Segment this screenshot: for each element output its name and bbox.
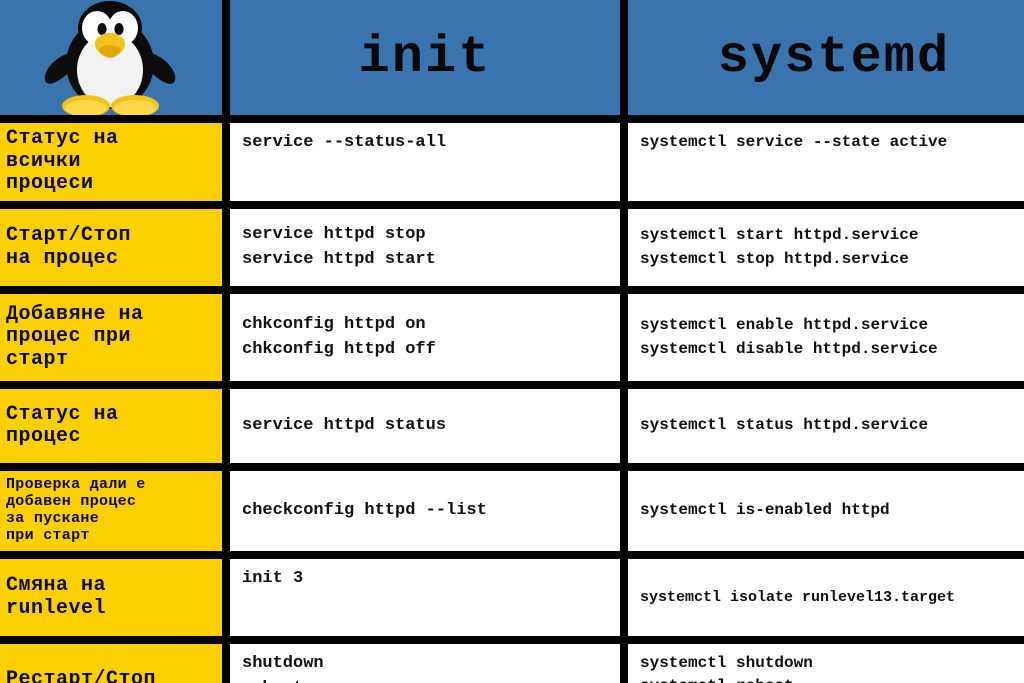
- row-label-text: Статус на всички процеси: [6, 127, 119, 196]
- init-command-text: shutdown reboot halt: [242, 654, 324, 683]
- systemd-command-text: systemctl enable httpd.service systemctl…: [640, 316, 938, 358]
- systemd-command-text: systemctl shutdown systemctl reboot syst…: [640, 654, 813, 683]
- init-command-cell: shutdown reboot halt: [230, 644, 620, 683]
- row-label-text: Проверка дали е добавен процес за пускан…: [6, 476, 146, 544]
- tux-logo-cell: [0, 0, 222, 115]
- init-command-cell: init 3: [230, 559, 620, 636]
- comparison-table-image: init systemd Статус на всички процеси se…: [0, 0, 1024, 683]
- tux-penguin-icon: [44, 0, 176, 115]
- row-label-cell: Старт/Стоп на процес: [0, 209, 222, 286]
- init-command-text: init 3: [242, 569, 304, 588]
- row-label-cell: Рестарт/Стоп на системата: [0, 644, 222, 683]
- column-header-systemd-label: systemd: [717, 27, 951, 87]
- row-label-cell: Добавяне на процес при старт: [0, 294, 222, 381]
- systemd-command-text: systemctl status httpd.service: [640, 416, 929, 435]
- init-command-text: chkconfig httpd on chkconfig httpd off: [242, 314, 436, 359]
- init-command-text: service --status-all: [242, 133, 447, 152]
- init-command-cell: service httpd status: [230, 389, 620, 463]
- row-label-text: Смяна на runlevel: [6, 574, 107, 620]
- systemd-command-text: systemctl start httpd.service systemctl …: [640, 226, 919, 268]
- systemd-command-cell: systemctl enable httpd.service systemctl…: [628, 294, 1024, 381]
- column-header-init: init: [230, 0, 620, 115]
- systemd-command-cell: systemctl start httpd.service systemctl …: [628, 209, 1024, 286]
- row-label-text: Старт/Стоп на процес: [6, 224, 132, 270]
- systemd-command-text: systemctl isolate runlevel13.target: [640, 588, 956, 606]
- init-command-cell: chkconfig httpd on chkconfig httpd off: [230, 294, 620, 381]
- row-label-cell: Проверка дали е добавен процес за пускан…: [0, 471, 222, 551]
- systemd-command-text: systemctl is-enabled httpd: [640, 501, 890, 520]
- systemd-command-cell: systemctl shutdown systemctl reboot syst…: [628, 644, 1024, 683]
- row-label-text: Статус на процес: [6, 402, 119, 448]
- row-label-cell: Статус на процес: [0, 389, 222, 463]
- systemd-command-cell: systemctl status httpd.service: [628, 389, 1024, 463]
- systemd-command-cell: systemctl is-enabled httpd: [628, 471, 1024, 551]
- init-command-text: service httpd status: [242, 415, 447, 435]
- init-command-text: service httpd stop service httpd start: [242, 224, 436, 269]
- init-vs-systemd-table: init systemd Статус на всички процеси se…: [0, 0, 1024, 683]
- column-header-systemd: systemd: [628, 0, 1024, 115]
- init-command-cell: service --status-all: [230, 123, 620, 201]
- column-header-init-label: init: [358, 27, 492, 87]
- systemd-command-cell: systemctl service --state active: [628, 123, 1024, 201]
- systemd-command-cell: systemctl isolate runlevel13.target: [628, 559, 1024, 636]
- init-command-cell: service httpd stop service httpd start: [230, 209, 620, 286]
- row-label-text: Рестарт/Стоп на системата: [6, 668, 157, 683]
- init-command-cell: checkconfig httpd --list: [230, 471, 620, 551]
- init-command-text: checkconfig httpd --list: [242, 500, 487, 520]
- row-label-cell: Смяна на runlevel: [0, 559, 222, 636]
- row-label-text: Добавяне на процес при старт: [6, 302, 144, 371]
- systemd-command-text: systemctl service --state active: [640, 133, 948, 151]
- row-label-cell: Статус на всички процеси: [0, 123, 222, 201]
